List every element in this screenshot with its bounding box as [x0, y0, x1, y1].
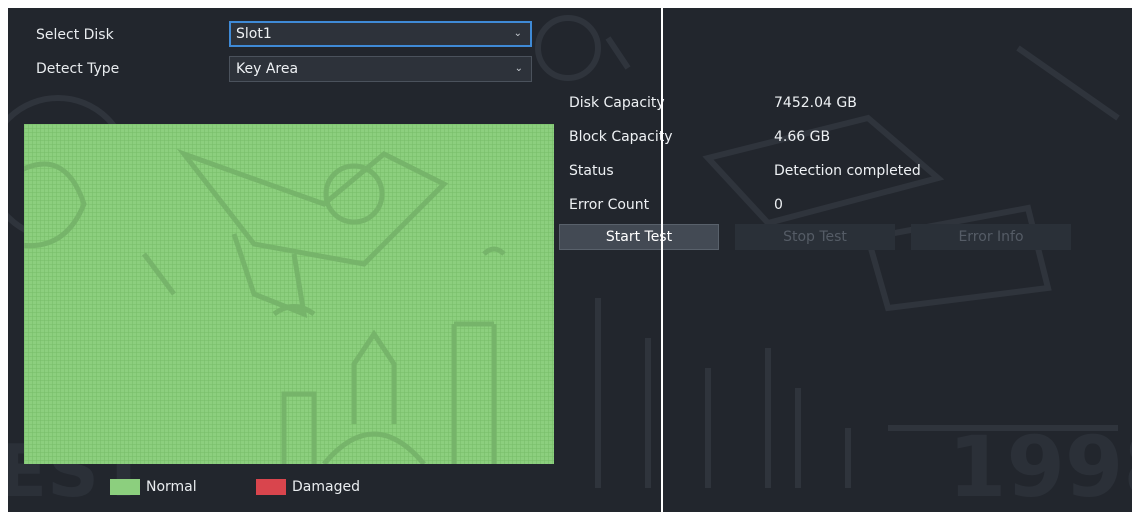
- normal-legend-swatch: [110, 479, 140, 495]
- error-count-value: 0: [774, 197, 783, 213]
- chevron-down-icon: ⌄: [513, 28, 522, 39]
- normal-legend-label: Normal: [146, 479, 197, 495]
- vertical-divider: [661, 8, 663, 512]
- select-disk-dropdown[interactable]: Slot1 ⌄: [229, 21, 532, 47]
- status-label: Status: [569, 163, 614, 179]
- grid-background-art: [24, 148, 506, 464]
- watermark-year: 1998: [948, 418, 1132, 512]
- error-count-label: Error Count: [569, 197, 650, 213]
- start-test-button[interactable]: Start Test: [559, 224, 719, 250]
- stop-test-button[interactable]: Stop Test: [735, 224, 895, 250]
- chevron-down-icon: ⌄: [514, 63, 523, 74]
- error-info-button[interactable]: Error Info: [911, 224, 1071, 250]
- damaged-legend-swatch: [256, 479, 286, 495]
- detect-type-value: Key Area: [236, 61, 299, 77]
- disk-capacity-label: Disk Capacity: [569, 95, 665, 111]
- disk-detection-panel: 1998 EST Select Disk Slot1 ⌄ Detect Type…: [8, 8, 1132, 512]
- block-capacity-label: Block Capacity: [569, 129, 673, 145]
- detect-type-dropdown[interactable]: Key Area ⌄: [229, 56, 532, 82]
- damaged-legend-label: Damaged: [292, 479, 360, 495]
- detect-type-label: Detect Type: [36, 61, 120, 77]
- block-capacity-value: 4.66 GB: [774, 129, 831, 145]
- detection-block-grid: [24, 124, 554, 464]
- select-disk-value: Slot1: [236, 26, 272, 42]
- select-disk-label: Select Disk: [36, 27, 114, 43]
- status-value: Detection completed: [774, 163, 921, 179]
- disk-capacity-value: 7452.04 GB: [774, 95, 857, 111]
